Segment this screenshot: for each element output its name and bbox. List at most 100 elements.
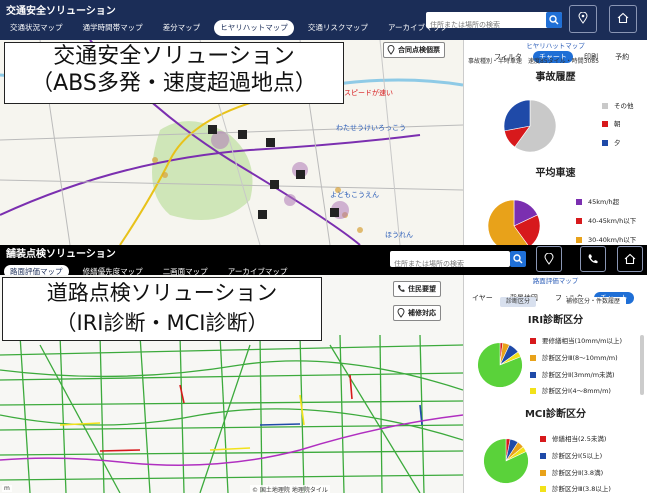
mci-diagnosis-pie (483, 438, 529, 484)
location-button[interactable] (536, 246, 562, 272)
location-button[interactable] (569, 5, 597, 33)
legend-item: 45km/h超 (576, 196, 619, 206)
location-pin-icon (397, 308, 405, 318)
legend-swatch (530, 355, 536, 361)
place-label: よどもこうえん (330, 191, 379, 199)
traffic-app-header: 交通安全ソリューション 交通状況マップ 通学時間帯マップ 差分マップ ヒヤリハッ… (0, 0, 647, 40)
scrollbar[interactable] (640, 335, 644, 395)
chart-side-panel: 路面評価マップ イヤー 背景地図 フィルタ チャート 診断区分 補修区分・件数履… (463, 275, 647, 493)
legend-item: 診断区分Ⅱ(3.8満) (540, 467, 603, 477)
legend-item: 夕 (602, 137, 621, 147)
chart-side-panel: ヒヤリハットマップ フィルタ チャート 印刷 予約 事故種別・半時車速 速度85… (463, 40, 647, 245)
legend-item: 30-40km/h以下 (576, 234, 636, 244)
tab-diff-map[interactable]: 差分マップ (157, 20, 207, 36)
legend-swatch (540, 486, 546, 492)
legend-item: 診断区分Ⅰ(5以上) (540, 450, 602, 460)
place-label: ほうれん (385, 231, 413, 239)
near-miss-map[interactable]: 交通安全ソリューション （ABS多発・速度超過地点） 合同点検個票 スピードが速… (0, 40, 463, 245)
repair-history-button[interactable]: 補修区分・件数履歴 (560, 297, 627, 307)
search-icon (549, 15, 559, 25)
pavement-app-header: 舗装点検ソリューション 路面評価マップ 修繕優先度マップ 二画面マップ アーカイ… (0, 245, 647, 278)
legend-swatch (530, 338, 536, 344)
search-input[interactable] (390, 256, 510, 272)
iri-diagnosis-pie (477, 342, 523, 388)
home-icon (624, 253, 636, 265)
search-box (390, 251, 510, 272)
mci-diagnosis-title: MCI診断区分 (524, 409, 586, 420)
legend-item: 要修繕相当(10mm/m以上) (530, 335, 622, 345)
road-surface-map[interactable]: 道路点検ソリューション （IRI診断・MCI診断） 住民要望 補修対応 m © … (0, 275, 463, 493)
pie-slice-夕 (503, 99, 531, 132)
traffic-safety-panel: 交通安全ソリューション 交通状況マップ 通学時間帯マップ 差分マップ ヒヤリハッ… (0, 0, 647, 245)
overlay-caption: 道路点検ソリューション （IRI診断・MCI診断） (2, 277, 322, 341)
legend-swatch (602, 121, 608, 127)
tab-school-time-map[interactable]: 通学時間帯マップ (77, 20, 149, 36)
caption-title: 交通安全ソリューション (53, 44, 295, 69)
legend-item: 診断区分Ⅲ(3.8以上) (540, 483, 611, 493)
legend-item: 朝 (602, 118, 621, 128)
phone-icon (588, 254, 598, 264)
legend-swatch (540, 470, 546, 476)
map-attribution: © 国土地理院 地理院タイル (250, 485, 330, 493)
phone-icon (398, 285, 405, 292)
home-button[interactable] (609, 5, 637, 33)
legend-swatch (576, 237, 582, 243)
place-label: わたせうけいろっこう (336, 124, 406, 132)
scale-label: m (2, 485, 12, 492)
map-tab-bar: 交通状況マップ 通学時間帯マップ 差分マップ ヒヤリハットマップ 交通リスクマッ… (4, 15, 457, 36)
resident-request-label: 住民要望 (408, 285, 436, 293)
legend-item: 診断区分Ⅰ(4〜8mm/m) (530, 385, 611, 395)
legend-swatch (576, 218, 582, 224)
pavement-inspection-panel: 舗装点検ソリューション 路面評価マップ 修繕優先度マップ 二画面マップ アーカイ… (0, 245, 647, 493)
location-pin-icon (578, 12, 588, 24)
side-tab-bar: イヤー 背景地図 フィルタ チャート (464, 285, 647, 304)
average-speed-title: 平均車速 (535, 168, 576, 179)
joint-inspection-button[interactable]: 合同点検個票 (383, 42, 445, 58)
legend-swatch (540, 436, 546, 442)
caption-subtitle: （IRI診断・MCI診断） (55, 311, 269, 335)
legend-item: 診断区分Ⅲ(8〜10mm/m) (530, 352, 618, 362)
phone-button[interactable] (580, 246, 606, 272)
tab-near-miss-map[interactable]: ヒヤリハットマップ (214, 20, 294, 36)
legend-swatch (602, 140, 608, 146)
search-button[interactable] (546, 12, 562, 28)
speed-warning-label: スピードが速い (344, 89, 393, 97)
legend-swatch (540, 453, 546, 459)
side-tab-bar: フィルタ チャート 印刷 予約 (464, 44, 647, 63)
repair-response-button[interactable]: 補修対応 (393, 305, 441, 321)
legend-item: 40-45km/h以下 (576, 215, 636, 225)
search-icon (513, 254, 523, 264)
average-speed-pie (487, 199, 541, 245)
search-box (426, 12, 562, 33)
map-tab-bar: 路面評価マップ 修繕優先度マップ 二画面マップ アーカイブマップ (4, 259, 296, 278)
repair-response-label: 補修対応 (408, 309, 436, 317)
tab-reserve[interactable]: 予約 (609, 51, 635, 63)
iri-diagnosis-title: IRI診断区分 (527, 315, 584, 326)
resident-request-button[interactable]: 住民要望 (393, 281, 441, 297)
caption-title: 道路点検ソリューション (46, 281, 278, 305)
search-input[interactable] (426, 17, 562, 33)
legend-swatch (530, 372, 536, 378)
diagnosis-category-button[interactable]: 診断区分 (500, 297, 537, 307)
legend-item: その他 (602, 100, 634, 110)
chart-subheader: 事故種別・半時車速 速度85タイル・時間3085 (468, 58, 599, 65)
legend-item: 診断区分Ⅱ(3mm/m未満) (530, 369, 615, 379)
accident-history-title: 事故履歴 (535, 72, 576, 83)
joint-inspection-label: 合同点検個票 (398, 46, 440, 54)
legend-item: 修繕相当(2.5未満) (540, 433, 606, 443)
tab-traffic-status-map[interactable]: 交通状況マップ (4, 20, 69, 36)
legend-swatch (530, 388, 536, 394)
legend-swatch (602, 103, 608, 109)
home-icon (617, 12, 629, 24)
location-pin-icon (544, 253, 554, 265)
home-button[interactable] (617, 246, 643, 272)
search-button[interactable] (510, 251, 526, 267)
app-title: 舗装点検ソリューション (6, 249, 116, 260)
location-pin-icon (387, 45, 395, 55)
tab-traffic-risk-map[interactable]: 交通リスクマップ (302, 20, 374, 36)
tab-layer[interactable]: イヤー (466, 292, 499, 304)
overlay-caption: 交通安全ソリューション （ABS多発・速度超過地点） (4, 42, 344, 104)
caption-subtitle: （ABS多発・速度超過地点） (31, 71, 317, 96)
accident-history-pie (503, 99, 557, 153)
legend-swatch (576, 199, 582, 205)
